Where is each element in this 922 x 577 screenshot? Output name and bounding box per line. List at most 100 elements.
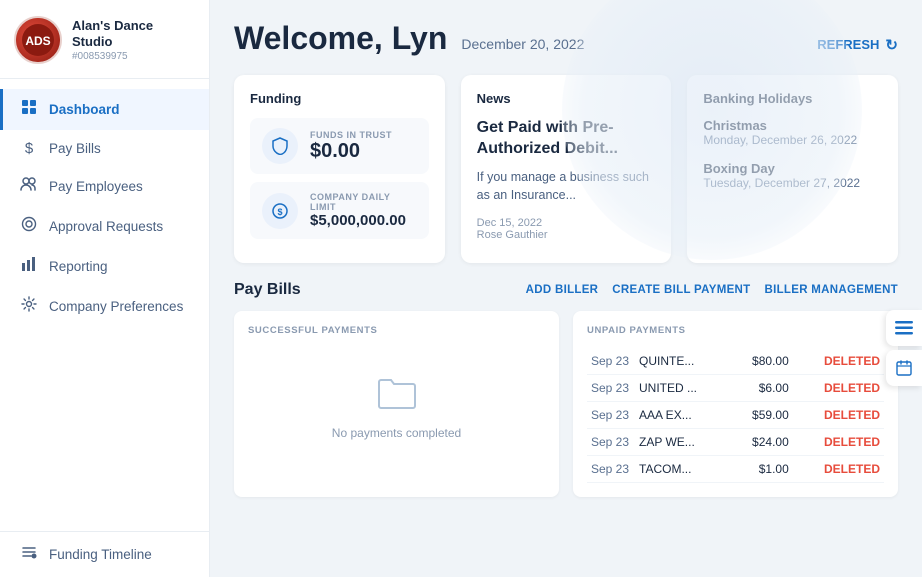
funding-timeline-icon: [19, 544, 39, 565]
successful-label: SUCCESSFUL PAYMENTS: [248, 325, 545, 336]
row-status: DELETED: [793, 348, 884, 375]
float-btn-list[interactable]: [886, 310, 922, 346]
holiday-christmas-date: Monday, December 26, 2022: [703, 133, 882, 147]
floating-buttons: [886, 310, 922, 386]
news-card: News Get Paid with Pre-Authorized Debit.…: [461, 75, 672, 263]
row-name: ZAP WE...: [635, 429, 729, 456]
refresh-icon: ↻: [885, 36, 898, 54]
main-content: Welcome, Lyn December 20, 2022 REFRESH ↻…: [210, 0, 922, 577]
empty-state: No payments completed: [248, 348, 545, 468]
daily-icon: $: [262, 193, 298, 229]
unpaid-table-row: Sep 23 QUINTE... $80.00 DELETED: [587, 348, 884, 375]
row-amount: $80.00: [729, 348, 793, 375]
daily-amount: $5,000,000.00: [310, 212, 417, 229]
cards-row: Funding FUNDS IN TRUST $0.00 $ COMPANY D…: [234, 75, 898, 263]
preferences-icon: [19, 296, 39, 317]
holiday-boxing-name: Boxing Day: [703, 161, 882, 176]
unpaid-payments-card: UNPAID PAYMENTS Sep 23 QUINTE... $80.00 …: [573, 311, 898, 497]
svg-text:$: $: [277, 207, 282, 217]
trust-icon: [262, 128, 298, 164]
row-status: DELETED: [793, 402, 884, 429]
row-status: DELETED: [793, 375, 884, 402]
unpaid-label: UNPAID PAYMENTS: [587, 325, 884, 336]
biller-management-button[interactable]: BILLER MANAGEMENT: [764, 284, 898, 296]
create-bill-payment-button[interactable]: CREATE BILL PAYMENT: [612, 284, 750, 296]
row-name: AAA EX...: [635, 402, 729, 429]
reporting-icon: [19, 257, 39, 276]
row-name: TACOM...: [635, 456, 729, 483]
dashboard-icon: [19, 99, 39, 120]
sidebar-label-dashboard: Dashboard: [49, 102, 120, 117]
row-status: DELETED: [793, 429, 884, 456]
sidebar-label-pay-employees: Pay Employees: [49, 179, 143, 194]
sidebar-item-company-preferences[interactable]: Company Preferences: [0, 286, 209, 327]
sidebar-label-pay-bills: Pay Bills: [49, 141, 101, 156]
header-date: December 20, 2022: [461, 36, 584, 52]
sidebar-item-reporting[interactable]: Reporting: [0, 247, 209, 286]
pay-bills-icon: $: [19, 140, 39, 157]
news-article-title: Get Paid with Pre-Authorized Debit...: [477, 118, 656, 160]
sidebar: ADS Alan's Dance Studio #008539975 Dashb…: [0, 0, 210, 577]
approval-icon: [19, 216, 39, 237]
refresh-button[interactable]: REFRESH ↻: [817, 36, 898, 54]
float-btn-calendar[interactable]: [886, 350, 922, 386]
row-name: QUINTE...: [635, 348, 729, 375]
row-amount: $6.00: [729, 375, 793, 402]
news-article-date: Dec 15, 2022: [477, 217, 656, 229]
news-article-author: Rose Gauthier: [477, 229, 656, 241]
funding-card-title: Funding: [250, 91, 429, 106]
row-date: Sep 23: [587, 429, 635, 456]
sidebar-item-dashboard[interactable]: Dashboard: [0, 89, 209, 130]
row-amount: $1.00: [729, 456, 793, 483]
banking-holidays-card: Banking Holidays Christmas Monday, Decem…: [687, 75, 898, 263]
successful-payments-card: SUCCESSFUL PAYMENTS No payments complete…: [234, 311, 559, 497]
sidebar-item-pay-employees[interactable]: Pay Employees: [0, 167, 209, 206]
holiday-christmas-name: Christmas: [703, 118, 882, 133]
unpaid-table-row: Sep 23 UNITED ... $6.00 DELETED: [587, 375, 884, 402]
pay-bills-header: Pay Bills ADD BILLER CREATE BILL PAYMENT…: [234, 281, 898, 299]
row-date: Sep 23: [587, 348, 635, 375]
sidebar-label-preferences: Company Preferences: [49, 299, 183, 314]
company-logo-section: ADS Alan's Dance Studio #008539975: [0, 0, 209, 79]
empty-folder-icon: [377, 376, 417, 418]
row-status: DELETED: [793, 456, 884, 483]
row-amount: $59.00: [729, 402, 793, 429]
sidebar-item-funding-timeline[interactable]: Funding Timeline: [0, 532, 209, 577]
funding-card: Funding FUNDS IN TRUST $0.00 $ COMPANY D…: [234, 75, 445, 263]
pay-bills-grid: SUCCESSFUL PAYMENTS No payments complete…: [234, 311, 898, 497]
daily-limit-row: $ COMPANY DAILY LIMIT $5,000,000.00: [250, 182, 429, 239]
funds-in-trust-row: FUNDS IN TRUST $0.00: [250, 118, 429, 174]
holiday-boxing-day: Boxing Day Tuesday, December 27, 2022: [703, 161, 882, 190]
svg-text:ADS: ADS: [25, 34, 50, 48]
daily-label: COMPANY DAILY LIMIT: [310, 192, 417, 212]
news-card-title: News: [477, 91, 656, 106]
holiday-christmas: Christmas Monday, December 26, 2022: [703, 118, 882, 147]
welcome-title: Welcome, Lyn: [234, 20, 447, 57]
row-date: Sep 23: [587, 456, 635, 483]
row-date: Sep 23: [587, 402, 635, 429]
sidebar-label-approval: Approval Requests: [49, 219, 163, 234]
pay-bills-actions: ADD BILLER CREATE BILL PAYMENT BILLER MA…: [526, 284, 898, 296]
company-logo: ADS: [14, 16, 62, 64]
trust-amount: $0.00: [310, 140, 392, 163]
empty-text: No payments completed: [332, 426, 461, 440]
unpaid-table-row: Sep 23 ZAP WE... $24.00 DELETED: [587, 429, 884, 456]
add-biller-button[interactable]: ADD BILLER: [526, 284, 599, 296]
pay-bills-title: Pay Bills: [234, 281, 301, 299]
sidebar-nav: Dashboard $ Pay Bills Pay Employees Appr…: [0, 79, 209, 531]
sidebar-footer: Funding Timeline: [0, 531, 209, 577]
pay-bills-section: Pay Bills ADD BILLER CREATE BILL PAYMENT…: [234, 281, 898, 497]
banking-holidays-title: Banking Holidays: [703, 91, 882, 106]
trust-label: FUNDS IN TRUST: [310, 130, 392, 140]
row-name: UNITED ...: [635, 375, 729, 402]
row-date: Sep 23: [587, 375, 635, 402]
sidebar-item-pay-bills[interactable]: $ Pay Bills: [0, 130, 209, 167]
sidebar-label-reporting: Reporting: [49, 259, 108, 274]
sidebar-item-approval-requests[interactable]: Approval Requests: [0, 206, 209, 247]
sidebar-label-funding-timeline: Funding Timeline: [49, 547, 152, 562]
company-id: #008539975: [72, 51, 195, 62]
unpaid-table: Sep 23 QUINTE... $80.00 DELETED Sep 23 U…: [587, 348, 884, 483]
company-name: Alan's Dance Studio: [72, 18, 195, 49]
holiday-boxing-date: Tuesday, December 27, 2022: [703, 176, 882, 190]
news-article-desc: If you manage a business such as an Insu…: [477, 168, 656, 206]
